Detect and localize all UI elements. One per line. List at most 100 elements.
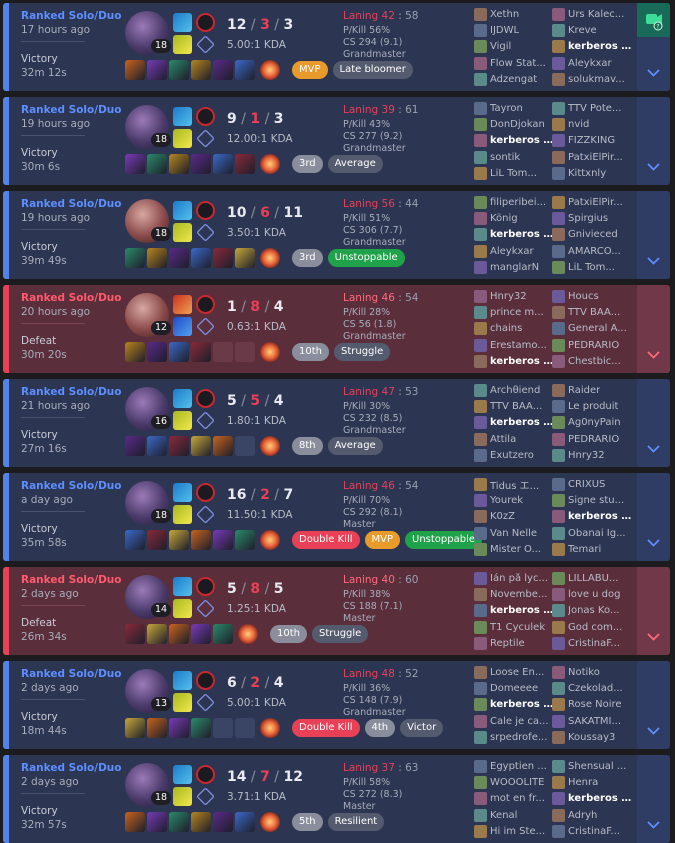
item-icon[interactable] [147,60,167,80]
participant-name[interactable]: Temari [568,544,601,555]
participant[interactable]: Chestbic... [552,354,632,370]
ward-trinket-icon[interactable] [260,436,280,456]
participant-name[interactable]: Hnry32 [568,450,605,461]
summoner-spell-icon[interactable] [173,505,192,524]
item-icon[interactable] [125,436,145,456]
expand-button[interactable] [637,285,670,373]
secondary-rune-icon[interactable] [196,693,215,712]
participant[interactable]: Obanai Ig... [552,525,632,541]
participant[interactable]: love u dog [552,586,632,602]
participant[interactable]: Houcs [552,288,632,304]
participant[interactable]: Flow Stat... [474,55,554,71]
secondary-rune-icon[interactable] [196,129,215,148]
participant-name[interactable]: PatxiElPir... [568,152,623,163]
item-icon[interactable] [169,624,189,644]
ward-trinket-icon[interactable] [260,718,280,738]
summoner-spell-icon[interactable] [173,577,192,596]
summoner-spell-icon[interactable] [173,129,192,148]
match-card[interactable]: Ranked Solo/Duo 21 hours ago Victory 27m 16… [3,379,670,467]
item-icon[interactable] [235,812,255,832]
item-icon[interactable] [169,342,189,362]
participant[interactable]: kerberos ... [474,133,554,149]
summoner-spell-icon[interactable] [173,13,192,32]
participant-name[interactable]: Egyptien ... [490,761,547,772]
participant-name[interactable]: Gnivieced [568,229,618,240]
participant[interactable]: CristinaF... [552,636,632,652]
keystone-rune-icon[interactable] [196,295,215,314]
item-icon[interactable] [147,248,167,268]
keystone-rune-icon[interactable] [196,577,215,596]
participant-name[interactable]: Le produit [568,401,618,412]
match-card[interactable]: Ranked Solo/Duo 17 hours ago Victory 32m 12… [3,3,670,91]
participant[interactable]: Reptile [474,636,554,652]
participant[interactable]: Mister O... [474,542,554,558]
item-icon[interactable] [213,436,233,456]
participant-name[interactable]: FIZZKING [568,135,615,146]
participant[interactable]: Attila [474,431,554,447]
ward-trinket-icon[interactable] [260,60,280,80]
secondary-rune-icon[interactable] [196,411,215,430]
item-icon[interactable] [191,530,211,550]
participant-name[interactable]: Loose En... [490,667,544,678]
participant[interactable]: TTV BAA... [552,304,632,320]
participant-name[interactable]: Urs Kalec... [568,9,624,20]
participant[interactable]: Spirgius [552,210,632,226]
participant[interactable]: Exutzero [474,448,554,464]
participant-name[interactable]: DonDjokan [490,119,545,130]
summoner-spell-icon[interactable] [173,599,192,618]
participant[interactable]: Le produit [552,398,632,414]
match-card[interactable]: Ranked Solo/Duo 19 hours ago Victory 30m 6s… [3,97,670,185]
item-icon[interactable] [235,530,255,550]
item-icon[interactable] [125,248,145,268]
participant-name[interactable]: SAKATMİ... [568,716,621,727]
participant-name[interactable]: LiL Tom... [568,262,615,273]
item-icon[interactable] [191,436,211,456]
secondary-rune-icon[interactable] [196,35,215,54]
participant[interactable]: kerberos ... [474,354,554,370]
participant[interactable]: SAKATMİ... [552,713,632,729]
participant[interactable]: Kenal [474,807,554,823]
participant[interactable]: Adryh [552,807,632,823]
item-icon[interactable] [191,812,211,832]
participant-name[interactable]: Hi im Ste... [490,826,545,837]
participant-name[interactable]: Attila [490,434,516,445]
summoner-spell-icon[interactable] [173,295,192,314]
participant[interactable]: Ián på lyc... [474,570,554,586]
participant[interactable]: T1 Cyculek [474,619,554,635]
participant-name[interactable]: nvid [568,119,589,130]
participant-name[interactable]: kerberos ... [490,135,554,146]
item-icon[interactable] [125,624,145,644]
participant-name[interactable]: PEDRARIO [568,434,619,445]
participant[interactable]: Erestamo... [474,337,554,353]
participant-name[interactable]: Koussay3 [568,732,615,743]
participant-name[interactable]: Adzengat [490,74,537,85]
participant[interactable]: Kreve [552,22,632,38]
participant-name[interactable]: kerberos ... [490,229,554,240]
participant-name[interactable]: Spirgius [568,213,608,224]
participant[interactable]: PatxiElPir... [552,149,632,165]
participant-name[interactable]: Tayron [490,103,523,114]
participant-name[interactable]: LILLABU... [568,573,618,584]
participant-name[interactable]: Archθiend [490,385,540,396]
participant-name[interactable]: Chestbic... [568,356,621,367]
item-icon[interactable] [147,718,167,738]
participant-name[interactable]: Flow Stat... [490,58,546,69]
participant[interactable]: Shensual ... [552,758,632,774]
participant[interactable]: CristinaF... [552,824,632,840]
participant[interactable]: prince m... [474,304,554,320]
match-card[interactable]: Ranked Solo/Duo 2 days ago Victory 18m 44s 1… [3,661,670,749]
summoner-spell-icon[interactable] [173,223,192,242]
participant[interactable]: LiL Tom... [552,260,632,276]
item-icon[interactable] [191,342,211,362]
item-icon[interactable] [125,154,145,174]
video-button[interactable]: ? [637,3,670,37]
item-icon[interactable] [125,60,145,80]
keystone-rune-icon[interactable] [196,389,215,408]
item-icon[interactable] [125,718,145,738]
participant-name[interactable]: Kittxnly [568,168,606,179]
participant-name[interactable]: Raider [568,385,600,396]
item-icon[interactable] [147,436,167,456]
participant[interactable]: Czekolad... [552,680,632,696]
summoner-spell-icon[interactable] [173,671,192,690]
participant-name[interactable]: TTV BAA... [568,307,620,318]
